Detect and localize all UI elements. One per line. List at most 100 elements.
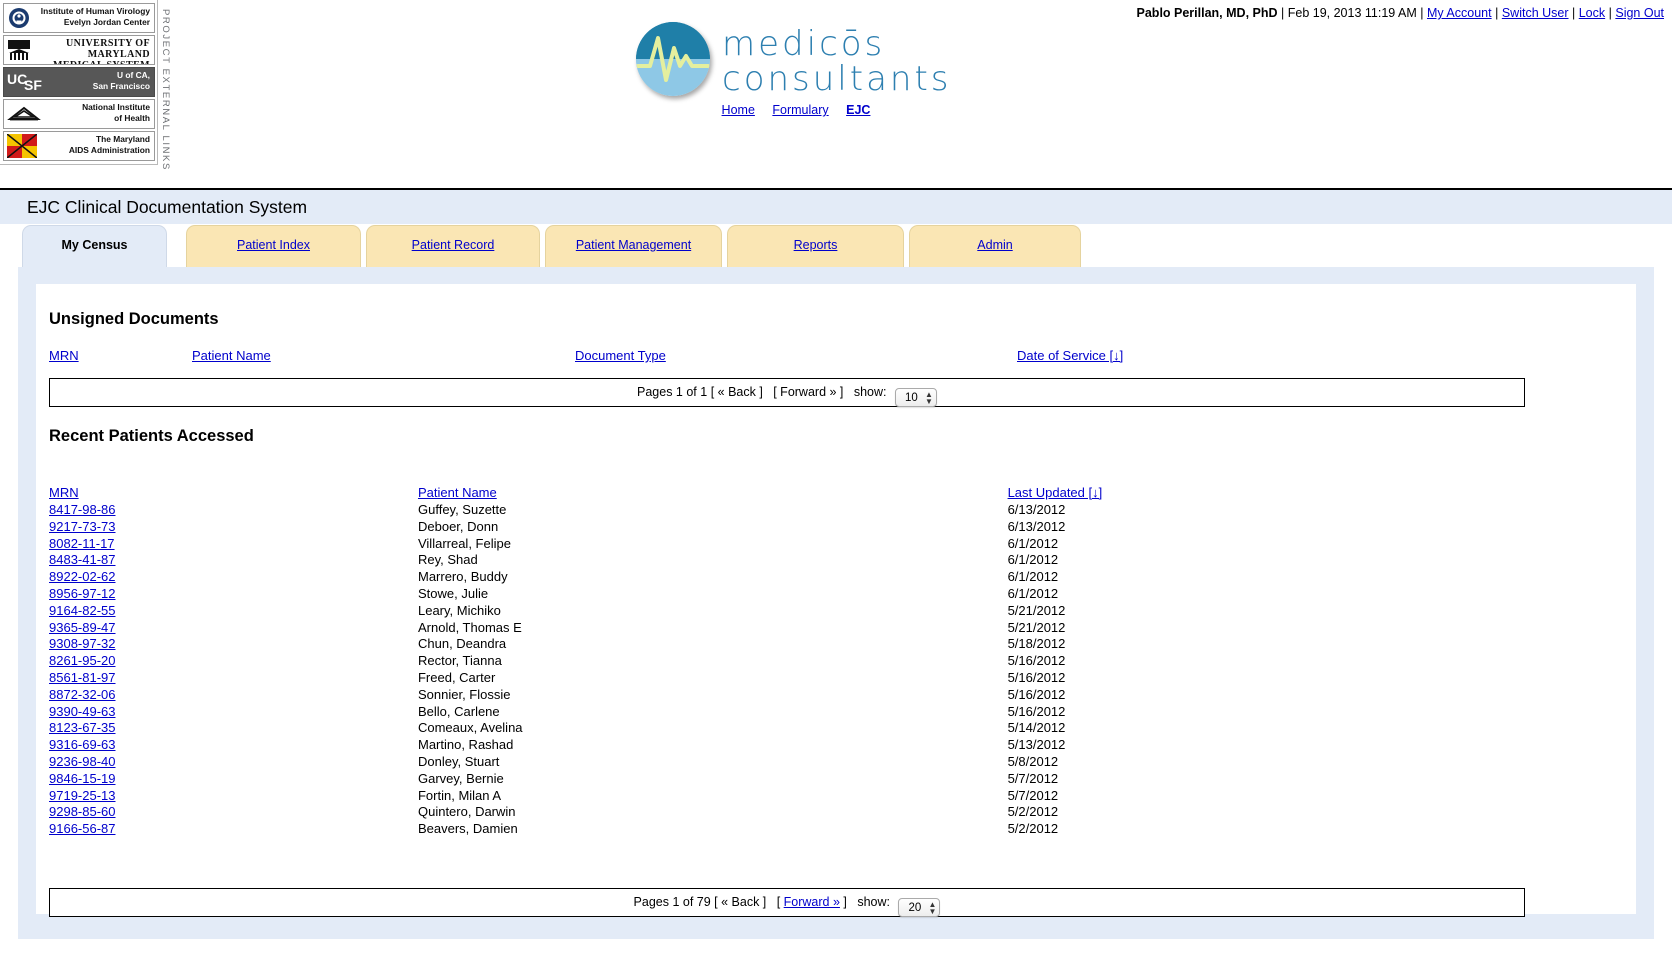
table-row: 9316-69-63 Martino, Rashad 5/13/2012	[49, 737, 1529, 754]
logo-maryland-aids-administration[interactable]: The Maryland AIDS Administration	[3, 131, 155, 161]
mrn-link[interactable]: 8561-81-97	[49, 670, 116, 685]
table-row: 8261-95-20 Rector, Tianna 5/16/2012	[49, 653, 1529, 670]
logo-institute-of-human-virology[interactable]: Institute of Human Virology Evelyn Jorda…	[3, 3, 155, 33]
tab-patient-index[interactable]: Patient Index	[186, 225, 361, 267]
logo-label: UNIVERSITY OF MARYLAND MEDICAL SYSTEM	[53, 38, 150, 64]
logo-ucsf[interactable]: UC SF U of CA, San Francisco	[3, 67, 155, 97]
mrn-link[interactable]: 8483-41-87	[49, 552, 116, 567]
cell-mrn: 9166-56-87	[49, 821, 418, 838]
cell-patient-name: Marrero, Buddy	[417, 569, 508, 585]
unsigned-col-date-of-service[interactable]: Date of Service [↓]	[1017, 348, 1123, 363]
recent-pages-text: Pages 1 of 79	[633, 895, 711, 909]
cell-patient-name: Rey, Shad	[417, 552, 478, 568]
mrn-link[interactable]: 9365-89-47	[49, 620, 116, 635]
mrn-link[interactable]: 9298-85-60	[49, 804, 116, 819]
logo-label: National Institute of Health	[82, 102, 150, 123]
switch-user-link[interactable]: Switch User	[1502, 6, 1569, 20]
recent-forward-link[interactable]: Forward »	[784, 895, 840, 909]
mrn-link[interactable]: 8922-02-62	[49, 569, 116, 584]
cell-last-updated: 6/1/2012	[1007, 569, 1059, 585]
logo-label: U of CA, San Francisco	[92, 70, 150, 91]
cell-mrn: 9308-97-32	[49, 636, 418, 653]
cell-mrn: 8261-95-20	[49, 653, 418, 670]
cell-last-updated: 5/21/2012	[1007, 619, 1066, 635]
table-row: 9166-56-87 Beavers, Damien 5/2/2012	[49, 821, 1529, 838]
cell-mrn: 8561-81-97	[49, 670, 418, 687]
recent-forward-button[interactable]: [ Forward » ]	[777, 895, 847, 909]
current-timestamp: Feb 19, 2013 11:19 AM	[1287, 6, 1417, 20]
cell-last-updated: 5/16/2012	[1007, 703, 1066, 719]
cell-mrn: 8483-41-87	[49, 552, 418, 569]
cell-mrn: 9365-89-47	[49, 620, 418, 637]
table-row: 9846-15-19 Garvey, Bernie 5/7/2012	[49, 771, 1529, 788]
mrn-link[interactable]: 8123-67-35	[49, 720, 116, 735]
tab-admin[interactable]: Admin	[909, 225, 1081, 267]
logo-university-of-maryland[interactable]: UNIVERSITY OF MARYLAND MEDICAL SYSTEM	[3, 35, 155, 65]
mrn-link[interactable]: 8082-11-17	[49, 536, 115, 551]
lock-link[interactable]: Lock	[1579, 6, 1605, 20]
tab-my-census[interactable]: My Census	[22, 225, 167, 267]
sign-out-link[interactable]: Sign Out	[1615, 6, 1664, 20]
tab-patient-management[interactable]: Patient Management	[545, 225, 722, 267]
mrn-link[interactable]: 8261-95-20	[49, 653, 116, 668]
page-header: PROJECT EXTERNAL LINKS Institute of Huma…	[0, 0, 1672, 190]
table-row: 8082-11-17 Villarreal, Felipe 6/1/2012	[49, 536, 1529, 553]
nav-link-ejc[interactable]: EJC	[846, 103, 870, 117]
unsigned-col-patient-name[interactable]: Patient Name	[192, 348, 271, 363]
table-row: 9236-98-40 Donley, Stuart 5/8/2012	[49, 754, 1529, 771]
mrn-link[interactable]: 9217-73-73	[49, 519, 116, 534]
recent-show-select[interactable]: 20 ▲ ▼	[898, 898, 941, 917]
unsigned-back-button[interactable]: [ « Back ]	[711, 385, 763, 399]
nav-link-formulary[interactable]: Formulary	[772, 103, 828, 117]
my-account-link[interactable]: My Account	[1427, 6, 1492, 20]
logo-national-institute-of-health[interactable]: National Institute of Health	[3, 99, 155, 129]
cell-last-updated: 6/13/2012	[1007, 518, 1066, 534]
tab-reports[interactable]: Reports	[727, 225, 904, 267]
cell-last-updated: 5/8/2012	[1007, 753, 1059, 769]
table-row: 9719-25-13 Fortin, Milan A 5/7/2012	[49, 788, 1529, 805]
cell-mrn: 9719-25-13	[49, 788, 418, 805]
unsigned-col-document-type[interactable]: Document Type	[575, 348, 666, 363]
brand-logo[interactable]: medicōs consultants	[636, 22, 956, 106]
cell-last-updated: 5/16/2012	[1007, 653, 1066, 669]
table-row: 8872-32-06 Sonnier, Flossie 5/16/2012	[49, 687, 1529, 704]
mrn-link[interactable]: 9166-56-87	[49, 821, 116, 836]
table-row: 9390-49-63 Bello, Carlene 5/16/2012	[49, 704, 1529, 721]
unsigned-documents-pagination: Pages 1 of 1 [ « Back ] [ Forward » ] sh…	[49, 378, 1525, 407]
external-links-vertical-label: PROJECT EXTERNAL LINKS	[160, 9, 171, 171]
app-title-band: EJC Clinical Documentation System	[0, 190, 1672, 225]
recent-col-last-updated[interactable]: Last Updated [↓]	[1008, 485, 1529, 502]
recent-back-button[interactable]: [ « Back ]	[714, 895, 766, 909]
mrn-link[interactable]: 8872-32-06	[49, 687, 116, 702]
mrn-link[interactable]: 9719-25-13	[49, 788, 116, 803]
separator-4: |	[1572, 6, 1576, 20]
mrn-link[interactable]: 9846-15-19	[49, 771, 116, 786]
cell-mrn: 9316-69-63	[49, 737, 418, 754]
table-row: 8123-67-35 Comeaux, Avelina 5/14/2012	[49, 720, 1529, 737]
recent-col-patient-name[interactable]: Patient Name	[418, 485, 1008, 502]
mrn-link[interactable]: 9316-69-63	[49, 737, 116, 752]
cell-last-updated: 6/13/2012	[1007, 502, 1066, 517]
unsigned-col-mrn[interactable]: MRN	[49, 348, 79, 363]
unsigned-forward-button[interactable]: [ Forward » ]	[773, 385, 843, 399]
mrn-link[interactable]: 9308-97-32	[49, 636, 116, 651]
mrn-link[interactable]: 8956-97-12	[49, 586, 116, 601]
cell-last-updated: 5/2/2012	[1007, 804, 1059, 820]
recent-patients-pagination: Pages 1 of 79 [ « Back ] [ Forward » ] s…	[49, 888, 1525, 917]
cell-patient-name: Beavers, Damien	[417, 821, 518, 837]
cell-mrn: 8922-02-62	[49, 569, 418, 586]
cell-patient-name: Arnold, Thomas E	[417, 619, 522, 635]
nav-link-home[interactable]: Home	[722, 103, 755, 117]
maryland-flag-icon	[6, 133, 38, 159]
recent-col-mrn[interactable]: MRN	[49, 485, 418, 502]
cell-last-updated: 5/18/2012	[1007, 636, 1066, 652]
mrn-link[interactable]: 9164-82-55	[49, 603, 116, 618]
cell-last-updated: 5/16/2012	[1007, 686, 1066, 702]
mrn-link[interactable]: 9236-98-40	[49, 754, 116, 769]
unsigned-show-select[interactable]: 10 ▲ ▼	[894, 388, 937, 407]
tab-patient-record[interactable]: Patient Record	[366, 225, 540, 267]
mrn-link[interactable]: 8417-98-86	[49, 502, 116, 517]
mrn-link[interactable]: 9390-49-63	[49, 704, 116, 719]
medicos-orb-icon	[636, 22, 710, 96]
cell-last-updated: 5/2/2012	[1007, 821, 1059, 837]
